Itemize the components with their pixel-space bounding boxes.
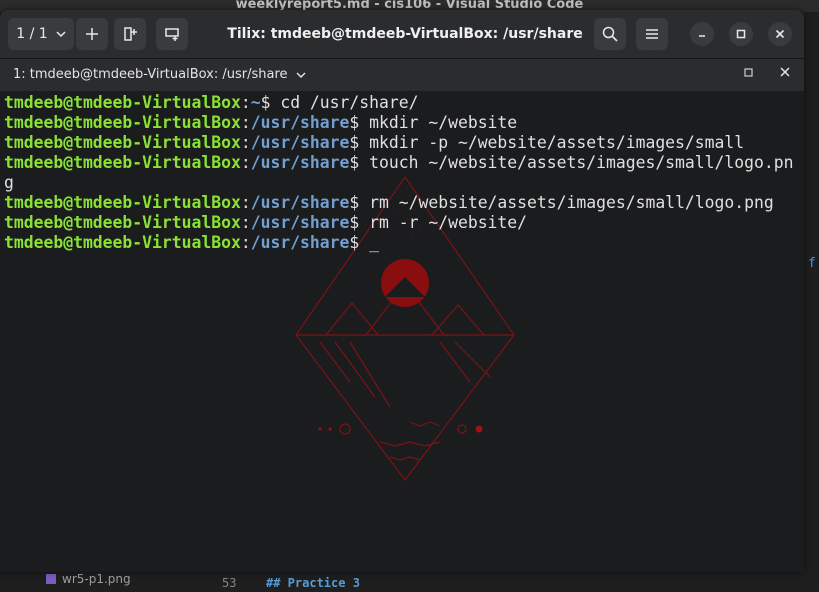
background-explorer-file[interactable]: wr5-p1.png bbox=[46, 572, 131, 586]
prompt-user: tmdeeb@tmdeeb-VirtualBox bbox=[4, 193, 241, 212]
prompt-path: ~ bbox=[250, 93, 261, 112]
prompt-user: tmdeeb@tmdeeb-VirtualBox bbox=[4, 213, 241, 232]
prompt-user: tmdeeb@tmdeeb-VirtualBox bbox=[4, 133, 241, 152]
terminal-area[interactable]: tmdeeb@tmdeeb-VirtualBox:~$ cd /usr/shar… bbox=[0, 92, 804, 572]
prompt-user: tmdeeb@tmdeeb-VirtualBox bbox=[4, 153, 241, 172]
command-text: $ rm ~/website/assets/images/small/logo.… bbox=[349, 193, 774, 212]
command-text: $ touch ~/website/assets/images/small/lo… bbox=[349, 153, 794, 172]
prompt-path: /usr/share bbox=[250, 133, 350, 152]
background-editor-char: f bbox=[808, 256, 816, 271]
split-right-icon bbox=[124, 27, 137, 41]
header-bar: 1 / 1 Tilix: tmdeeb@tmdeeb-VirtualBox: /… bbox=[0, 10, 804, 59]
terminal-line: tmdeeb@tmdeeb-VirtualBox:~$ cd /usr/shar… bbox=[4, 93, 419, 112]
add-terminal-right-button[interactable] bbox=[114, 18, 146, 50]
background-editor-edge: f bbox=[803, 12, 819, 586]
maximize-button[interactable] bbox=[729, 22, 753, 46]
close-terminal-button[interactable] bbox=[780, 65, 790, 81]
command-text: $ mkdir ~/website bbox=[349, 113, 518, 132]
session-label: 1 / 1 bbox=[16, 26, 48, 42]
prompt-user: tmdeeb@tmdeeb-VirtualBox bbox=[4, 113, 241, 132]
terminal-line: tmdeeb@tmdeeb-VirtualBox:/usr/share$ tou… bbox=[4, 153, 794, 172]
find-button[interactable] bbox=[594, 18, 626, 50]
terminal-line-current: tmdeeb@tmdeeb-VirtualBox:/usr/share$ _ bbox=[4, 233, 380, 252]
tilix-window: 1 / 1 Tilix: tmdeeb@tmdeeb-VirtualBox: /… bbox=[0, 10, 804, 572]
terminal-line: tmdeeb@tmdeeb-VirtualBox:/usr/share$ rm … bbox=[4, 193, 774, 212]
terminal-title-menu[interactable]: 1: tmdeeb@tmdeeb-VirtualBox: /usr/share bbox=[13, 59, 306, 91]
minimize-icon bbox=[699, 35, 705, 37]
menu-button[interactable] bbox=[636, 18, 668, 50]
command-text: $ mkdir -p ~/website/assets/images/small bbox=[349, 133, 745, 152]
prompt-path: /usr/share bbox=[250, 113, 350, 132]
background-editor-bottom: wr5-p1.png 53 ## Practice 3 bbox=[0, 572, 819, 590]
minimize-button[interactable] bbox=[690, 22, 714, 46]
terminal-line: tmdeeb@tmdeeb-VirtualBox:/usr/share$ mkd… bbox=[4, 133, 745, 152]
terminal-output: tmdeeb@tmdeeb-VirtualBox:~$ cd /usr/shar… bbox=[4, 93, 793, 253]
terminal-line-wrap: g bbox=[4, 173, 793, 193]
background-line-number: 53 bbox=[222, 576, 237, 590]
prompt-path: /usr/share bbox=[250, 233, 350, 252]
command-text: $ rm -r ~/website/ bbox=[349, 213, 528, 232]
window-title: Tilix: tmdeeb@tmdeeb-VirtualBox: /usr/sh… bbox=[227, 26, 583, 42]
search-icon bbox=[602, 26, 618, 42]
prompt-user: tmdeeb@tmdeeb-VirtualBox bbox=[4, 233, 241, 252]
terminal-line: tmdeeb@tmdeeb-VirtualBox:/usr/share$ rm … bbox=[4, 213, 528, 232]
background-explorer-file-label: wr5-p1.png bbox=[62, 572, 131, 586]
command-text: $ cd /usr/share/ bbox=[260, 93, 419, 112]
maximize-terminal-button[interactable] bbox=[744, 67, 753, 80]
chevron-down-icon bbox=[56, 31, 66, 37]
prompt-user: tmdeeb@tmdeeb-VirtualBox bbox=[4, 93, 241, 112]
maximize-icon bbox=[736, 29, 746, 39]
command-text: g bbox=[4, 173, 14, 192]
command-text-with-cursor: $ _ bbox=[349, 233, 380, 252]
close-icon bbox=[780, 67, 790, 77]
hamburger-menu-icon bbox=[646, 29, 658, 39]
terminal-line: tmdeeb@tmdeeb-VirtualBox:/usr/share$ mkd… bbox=[4, 113, 518, 132]
terminal-title-bar: 1: tmdeeb@tmdeeb-VirtualBox: /usr/share bbox=[0, 59, 804, 91]
prompt-path: /usr/share bbox=[250, 193, 350, 212]
chevron-down-icon bbox=[296, 72, 306, 78]
split-down-icon bbox=[165, 28, 179, 41]
prompt-path: /usr/share bbox=[250, 213, 350, 232]
image-file-icon bbox=[46, 574, 56, 584]
plus-icon bbox=[86, 28, 98, 40]
terminal-title-label: 1: tmdeeb@tmdeeb-VirtualBox: /usr/share bbox=[13, 67, 288, 82]
add-terminal-down-button[interactable] bbox=[156, 18, 188, 50]
session-switcher-button[interactable]: 1 / 1 bbox=[8, 18, 74, 50]
background-editor-line: ## Practice 3 bbox=[266, 576, 360, 590]
close-window-button[interactable] bbox=[768, 22, 792, 46]
add-session-button[interactable] bbox=[76, 18, 108, 50]
close-icon bbox=[775, 29, 785, 39]
prompt-path: /usr/share bbox=[250, 153, 350, 172]
maximize-icon bbox=[744, 68, 753, 77]
